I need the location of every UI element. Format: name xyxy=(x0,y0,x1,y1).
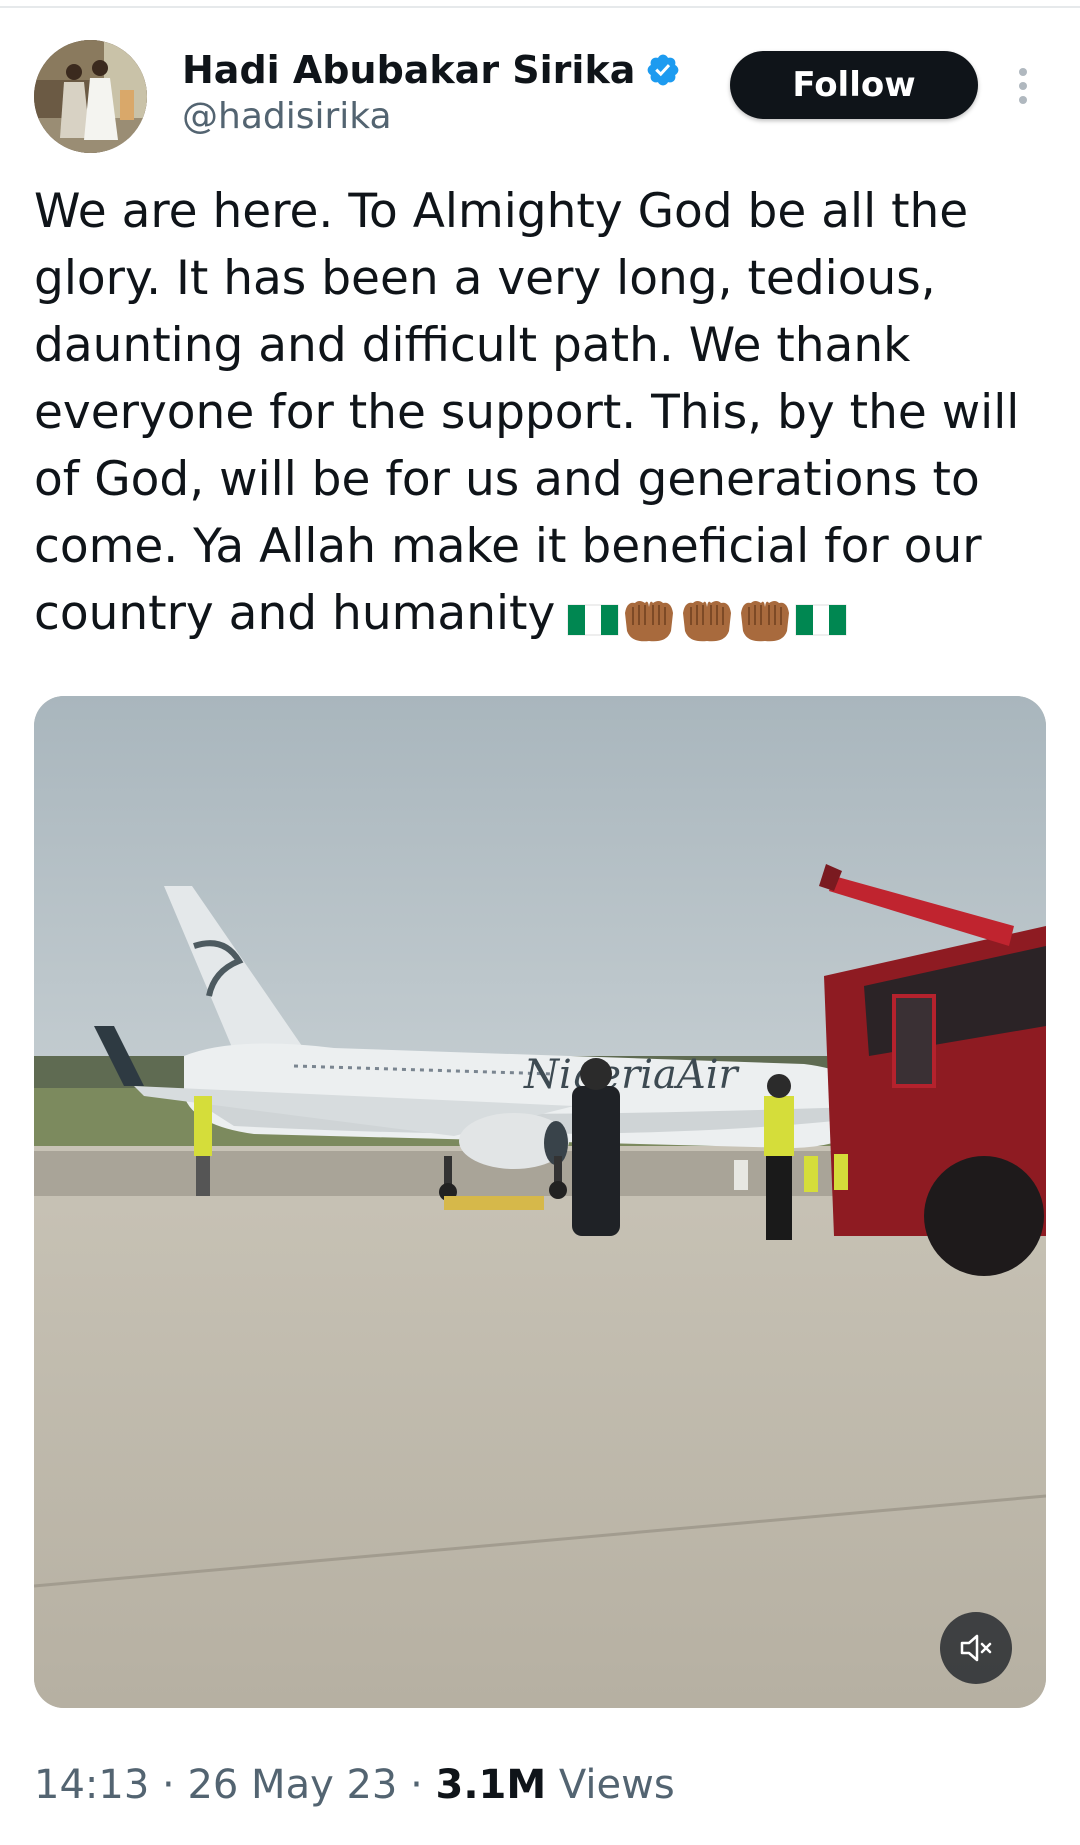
emoji-sequence xyxy=(567,595,847,645)
nigeria-flag-emoji xyxy=(567,604,619,636)
aircraft-livery-text: NigeriaAir xyxy=(523,1052,741,1098)
nigeria-flag-emoji xyxy=(795,604,847,636)
mute-button[interactable] xyxy=(940,1612,1012,1684)
views-label: Views xyxy=(546,1762,675,1808)
meta-separator: · xyxy=(397,1762,436,1808)
tweet-date[interactable]: 26 May 23 xyxy=(187,1762,397,1808)
follow-button[interactable]: Follow xyxy=(730,51,978,119)
more-options-icon[interactable] xyxy=(1010,64,1036,108)
palms-up-together-emoji xyxy=(625,601,674,642)
avatar-photo xyxy=(34,40,147,153)
palms-up-together-emoji xyxy=(741,601,790,642)
volume-muted-icon xyxy=(960,1634,992,1662)
tweet-video[interactable]: NigeriaAir xyxy=(34,696,1046,1708)
tweet-meta: 14:13 · 26 May 23 · 3.1M Views xyxy=(34,1762,675,1808)
palms-up-together-emoji xyxy=(683,601,732,642)
author-name-row: Hadi Abubakar Sirika xyxy=(182,46,681,94)
tweet-text: We are here. To Almighty God be all the … xyxy=(34,184,1020,641)
author-handle[interactable]: @hadisirika xyxy=(182,96,392,137)
meta-separator: · xyxy=(149,1762,188,1808)
views-count[interactable]: 3.1M xyxy=(436,1762,547,1808)
verified-badge-icon xyxy=(648,54,679,86)
tweet-time[interactable]: 14:13 xyxy=(34,1762,149,1808)
author-name[interactable]: Hadi Abubakar Sirika xyxy=(182,48,635,92)
avatar[interactable] xyxy=(34,40,147,153)
tweet-text-block: We are here. To Almighty God be all the … xyxy=(34,178,1044,647)
airport-video-frame: NigeriaAir xyxy=(34,696,1046,1708)
top-divider xyxy=(0,6,1080,8)
